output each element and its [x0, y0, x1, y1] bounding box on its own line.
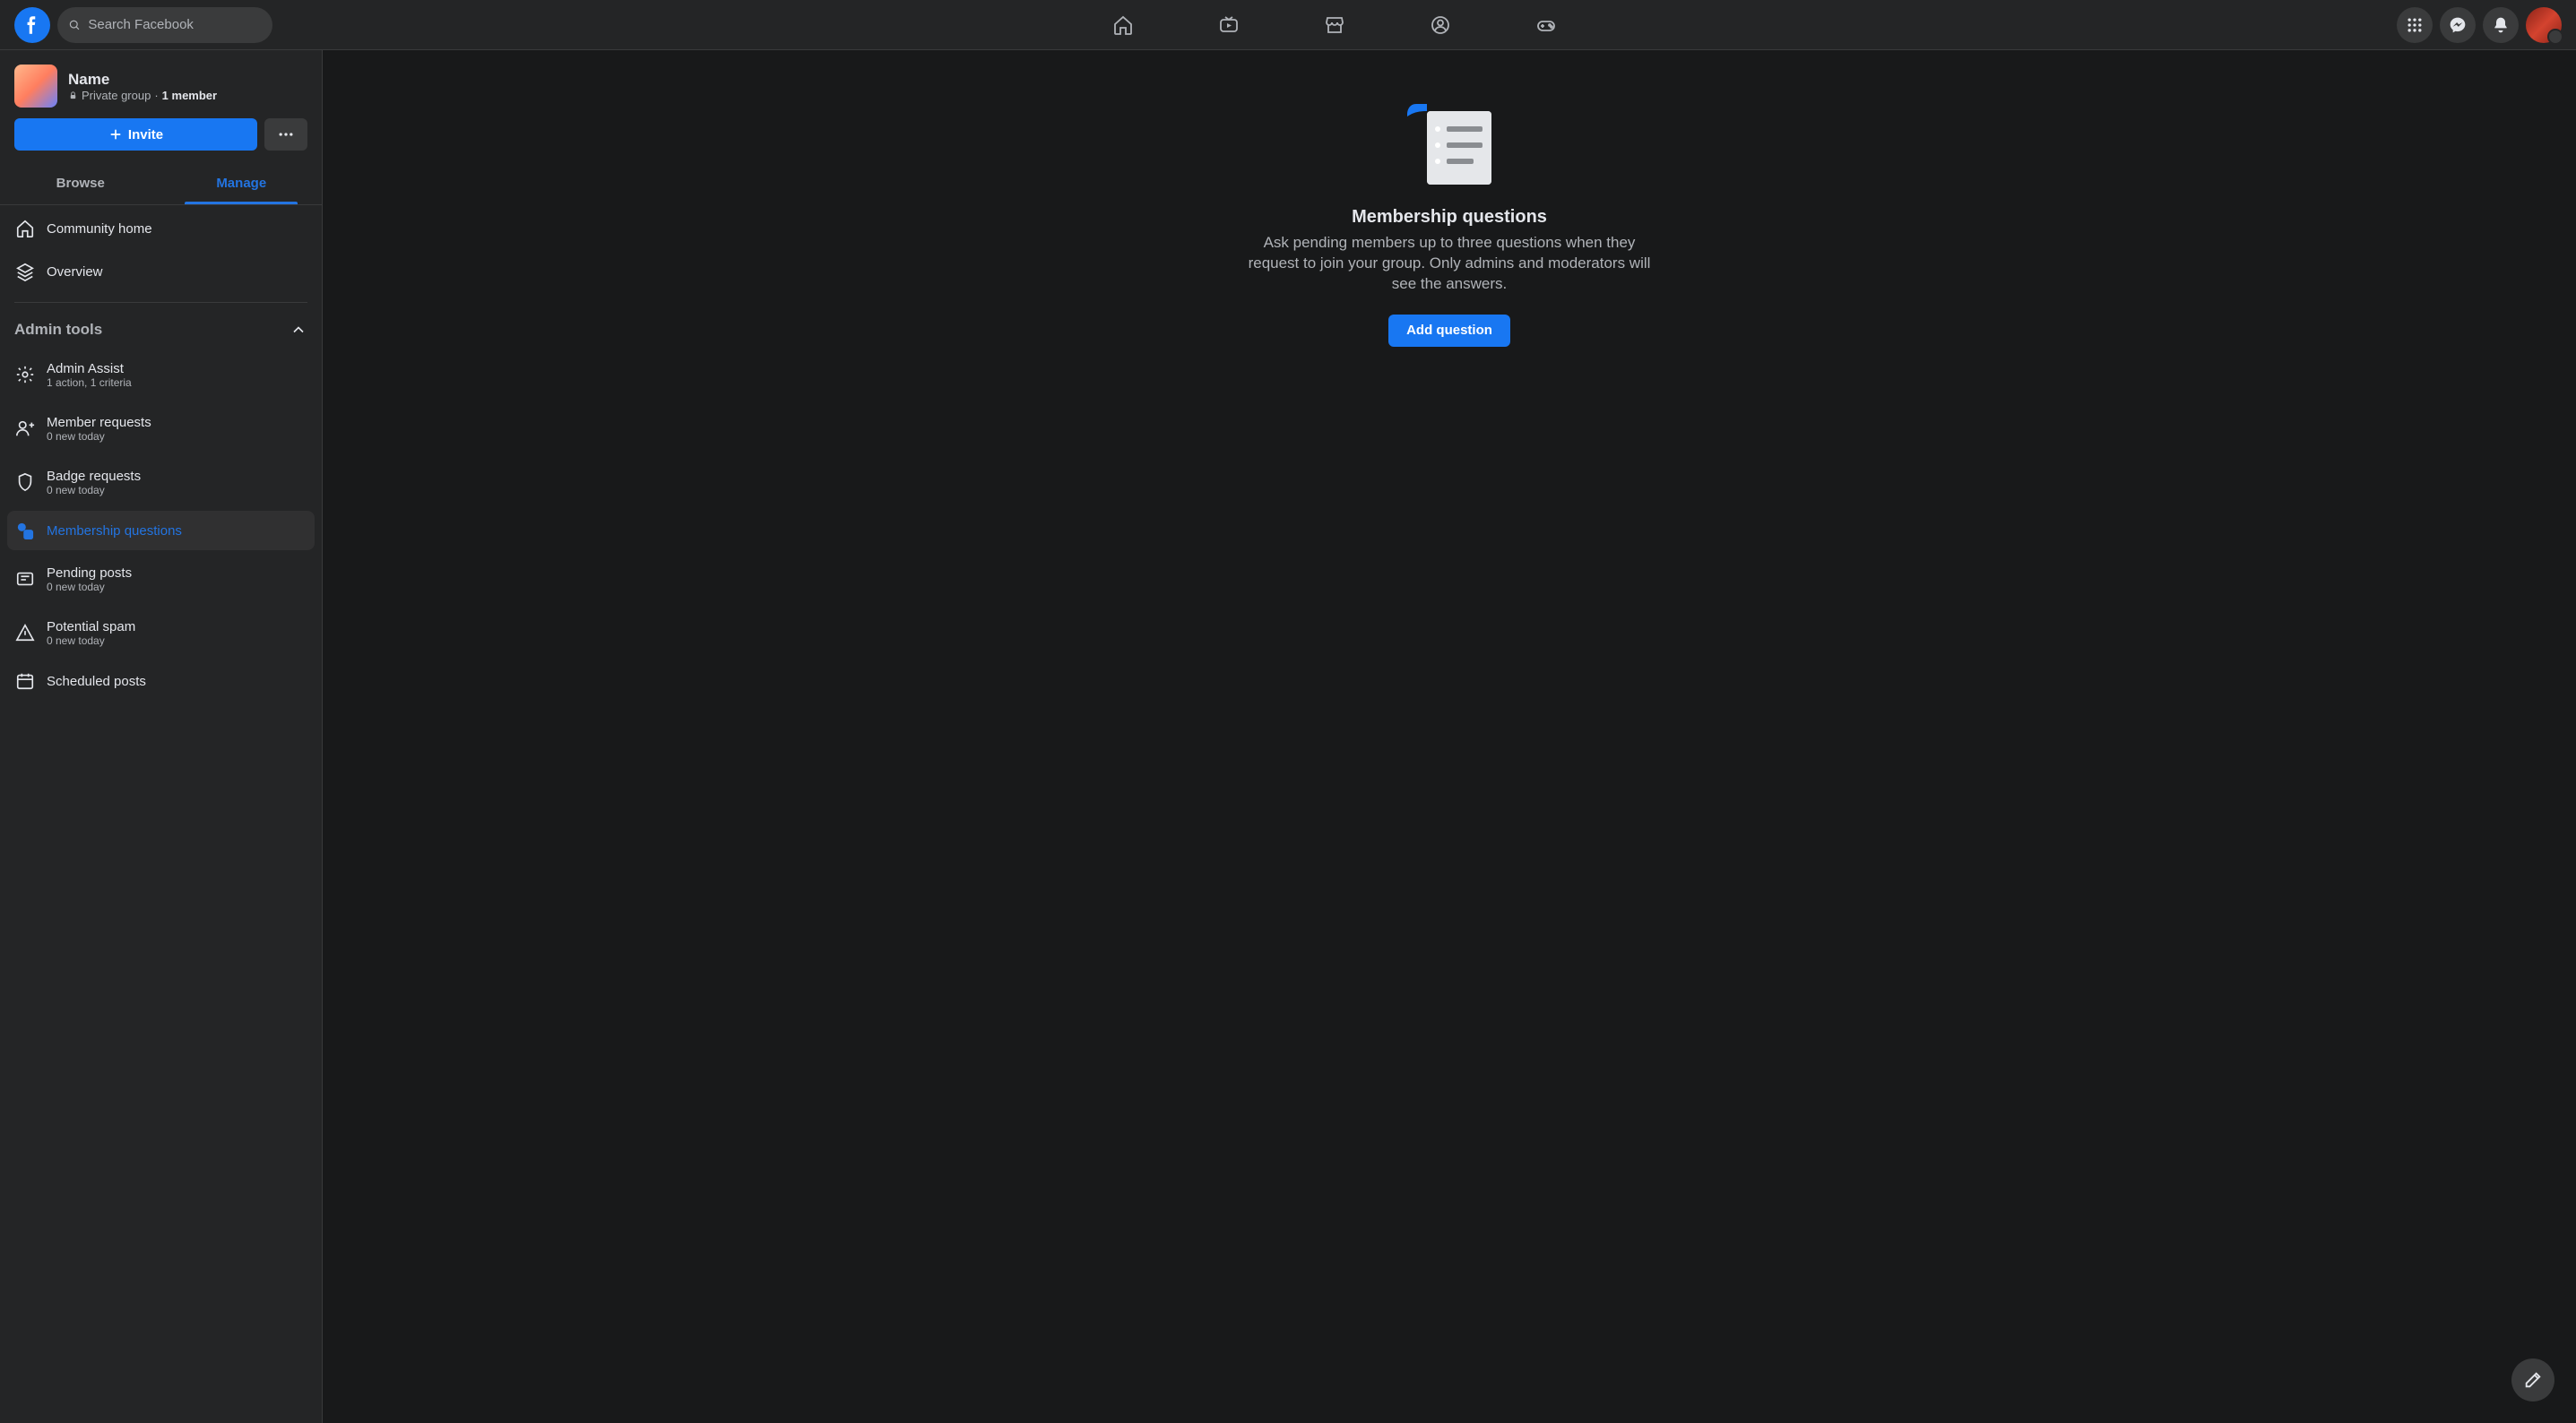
nav-groups[interactable] — [1391, 4, 1490, 47]
sidebar-item-sub: 0 new today — [47, 581, 132, 593]
topbar-center — [1074, 4, 1595, 47]
menu-button[interactable] — [2397, 7, 2433, 43]
gear-icon — [14, 365, 36, 384]
sidebar-item-sub: 0 new today — [47, 484, 141, 496]
tab-browse[interactable]: Browse — [0, 161, 161, 204]
ellipsis-icon — [277, 125, 295, 143]
group-thumbnail — [14, 65, 57, 108]
invite-label: Invite — [128, 127, 163, 142]
empty-state-illustration — [1407, 104, 1491, 189]
sidebar-item-potential-spam[interactable]: Potential spam 0 new today — [7, 608, 315, 658]
section-admin-tools[interactable]: Admin tools — [7, 314, 315, 346]
topbar-left — [14, 7, 272, 43]
sidebar-item-label: Member requests — [47, 415, 151, 430]
group-header[interactable]: Name Private group · 1 member — [7, 65, 315, 118]
group-privacy: Private group — [82, 89, 151, 102]
sidebar-item-badge-requests[interactable]: Badge requests 0 new today — [7, 457, 315, 507]
question-icon — [14, 521, 36, 540]
nav-watch[interactable] — [1180, 4, 1278, 47]
search-input[interactable] — [88, 17, 262, 32]
sidebar-item-label: Membership questions — [47, 523, 182, 539]
main-content: Membership questions Ask pending members… — [323, 50, 2576, 1423]
search-box[interactable] — [57, 7, 272, 43]
sidebar-item-label: Pending posts — [47, 565, 132, 581]
add-question-button[interactable]: Add question — [1388, 315, 1510, 347]
more-button[interactable] — [264, 118, 307, 151]
search-icon — [68, 18, 81, 32]
sidebar-item-sub: 0 new today — [47, 430, 151, 443]
topbar-right — [2397, 7, 2562, 43]
sidebar-item-membership-questions[interactable]: Membership questions — [7, 511, 315, 550]
account-avatar[interactable] — [2526, 7, 2562, 43]
compose-fab[interactable] — [2511, 1358, 2554, 1401]
post-icon — [14, 569, 36, 589]
group-name: Name — [68, 71, 217, 89]
home-icon — [14, 219, 36, 238]
sidebar-item-overview[interactable]: Overview — [7, 252, 315, 291]
chevron-up-icon — [290, 321, 307, 339]
sidebar-item-label: Overview — [47, 264, 103, 280]
sidebar-item-sub: 0 new today — [47, 634, 135, 647]
sidebar-item-member-requests[interactable]: Member requests 0 new today — [7, 403, 315, 453]
sidebar-item-label: Badge requests — [47, 469, 141, 484]
user-plus-icon — [14, 418, 36, 438]
edit-icon — [2523, 1370, 2543, 1390]
group-meta: Private group · 1 member — [68, 89, 217, 102]
empty-title: Membership questions — [1352, 207, 1547, 228]
sidebar-item-community-home[interactable]: Community home — [7, 209, 315, 248]
group-members: 1 member — [162, 89, 217, 102]
topbar — [0, 0, 2576, 50]
sidebar-item-label: Admin Assist — [47, 361, 132, 376]
sidebar-item-label: Potential spam — [47, 619, 135, 634]
sidebar-item-sub: 1 action, 1 criteria — [47, 376, 132, 389]
nav-marketplace[interactable] — [1285, 4, 1384, 47]
divider — [14, 302, 307, 303]
sidebar: Name Private group · 1 member Invite Bro… — [0, 50, 323, 1423]
messenger-button[interactable] — [2440, 7, 2476, 43]
header-actions: Invite — [7, 118, 315, 161]
sidebar-item-label: Community home — [47, 221, 152, 237]
facebook-logo[interactable] — [14, 7, 50, 43]
sidebar-item-admin-assist[interactable]: Admin Assist 1 action, 1 criteria — [7, 349, 315, 400]
layers-icon — [14, 262, 36, 281]
sidebar-item-pending-posts[interactable]: Pending posts 0 new today — [7, 554, 315, 604]
warning-icon — [14, 623, 36, 643]
sidebar-item-scheduled-posts[interactable]: Scheduled posts — [7, 661, 315, 701]
invite-button[interactable]: Invite — [14, 118, 257, 151]
nav-gaming[interactable] — [1497, 4, 1595, 47]
notifications-button[interactable] — [2483, 7, 2519, 43]
calendar-icon — [14, 671, 36, 691]
sidebar-tabs: Browse Manage — [0, 161, 322, 205]
tab-manage[interactable]: Manage — [161, 161, 323, 204]
sidebar-item-label: Scheduled posts — [47, 674, 146, 689]
section-title: Admin tools — [14, 321, 102, 339]
badge-icon — [14, 472, 36, 492]
nav-home[interactable] — [1074, 4, 1172, 47]
empty-description: Ask pending members up to three question… — [1243, 233, 1655, 295]
lock-icon — [68, 91, 78, 100]
plus-icon — [108, 127, 123, 142]
